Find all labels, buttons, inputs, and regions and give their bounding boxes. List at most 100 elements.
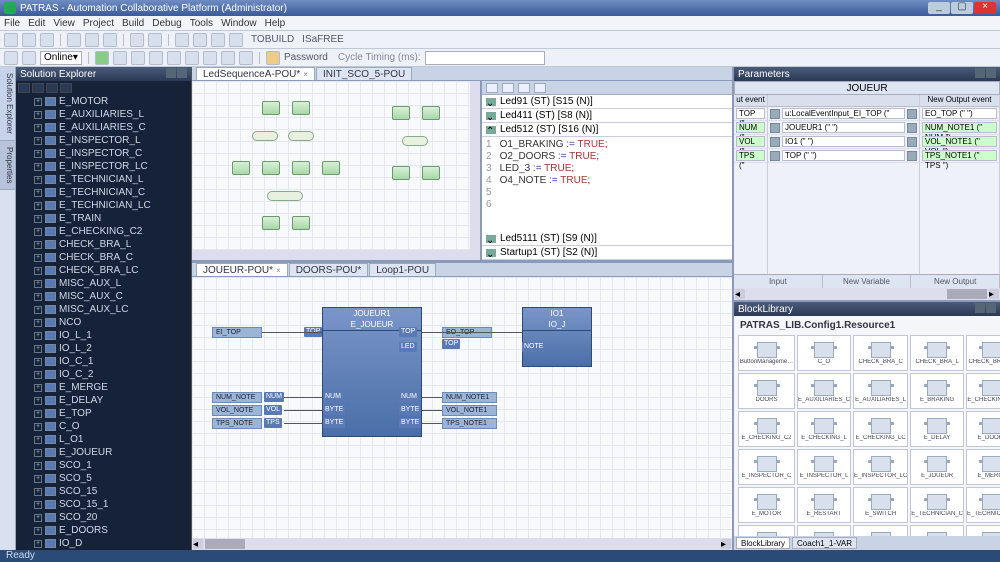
tree-node[interactable]: +E_JOUEUR: [16, 446, 191, 459]
blocklib-item[interactable]: E_AUXILIARIES_C: [797, 373, 851, 409]
pin-icon[interactable]: [975, 68, 985, 78]
tree-node[interactable]: +E_CHECKING_C2: [16, 225, 191, 238]
blocklib-item[interactable]: E_DOORS: [966, 411, 1000, 447]
tab-close-icon[interactable]: ×: [276, 266, 281, 275]
solexp-btn4[interactable]: [60, 83, 72, 93]
tree-node[interactable]: +SCO_15: [16, 485, 191, 498]
vtab-solexp[interactable]: Solution Explorer: [0, 67, 15, 141]
diagram-vscroll[interactable]: [470, 81, 480, 260]
tree-node[interactable]: +E_DOORS: [16, 524, 191, 537]
st-row[interactable]: ⌃Led512 (ST) [S16 (N)]: [482, 123, 732, 137]
blocklib-item[interactable]: E_CHECKING_C1: [966, 373, 1000, 409]
expand-icon[interactable]: +: [34, 124, 42, 132]
tb-undo[interactable]: [130, 33, 144, 47]
mode-combo[interactable]: Online▾: [40, 51, 82, 65]
tb-open[interactable]: [22, 33, 36, 47]
tb2-key-icon[interactable]: [266, 51, 280, 65]
tab-ledseqa[interactable]: LedSequenceA-POU*×: [196, 67, 315, 80]
tree-node[interactable]: +E_MOTOR: [16, 95, 191, 108]
blocklib-item[interactable]: ButtonManageme…: [738, 335, 795, 371]
params-newvar-btn[interactable]: New Variable: [823, 275, 912, 288]
expand-icon[interactable]: +: [34, 150, 42, 158]
expand-icon[interactable]: +: [34, 189, 42, 197]
tab-initsco5[interactable]: INIT_SCO_5-POU: [316, 67, 412, 80]
menu-file[interactable]: File: [4, 18, 20, 29]
port-eitop[interactable]: EI_TOP: [212, 327, 262, 338]
expand-icon[interactable]: +: [34, 241, 42, 249]
collapse-icon[interactable]: ⌄: [486, 98, 496, 106]
port-tpsnote[interactable]: TPS_NOTE: [212, 418, 262, 429]
tb-paste[interactable]: [103, 33, 117, 47]
tb-b2[interactable]: [193, 33, 207, 47]
tb2-stop[interactable]: [131, 51, 145, 65]
expand-icon[interactable]: +: [34, 462, 42, 470]
blocklib-item[interactable]: E_INSPECTOR_L: [797, 449, 851, 485]
tab-doors[interactable]: DOORS-POU*: [289, 263, 369, 276]
collapse-icon[interactable]: ⌄: [486, 235, 496, 243]
expand-icon[interactable]: +: [34, 527, 42, 535]
tb2-d3[interactable]: [203, 51, 217, 65]
tb2-d2[interactable]: [185, 51, 199, 65]
tree-node[interactable]: +CHECK_BRA_L: [16, 238, 191, 251]
params-newout-btn[interactable]: New Output: [911, 275, 1000, 288]
solexp-btn3[interactable]: [46, 83, 58, 93]
tree-node[interactable]: +E_TECHNICIAN_C: [16, 186, 191, 199]
diagram-hscroll[interactable]: [192, 250, 470, 260]
tree-node[interactable]: +CHECK_BRA_C: [16, 251, 191, 264]
expand-icon[interactable]: +: [34, 514, 42, 522]
tb-cut[interactable]: [67, 33, 81, 47]
tree-node[interactable]: +SCO_15_1: [16, 498, 191, 511]
tree-node[interactable]: +E_INSPECTOR_LC: [16, 160, 191, 173]
blocklib-item[interactable]: L_O1: [910, 525, 964, 536]
edit-icon[interactable]: [907, 137, 917, 147]
tb2-d1[interactable]: [167, 51, 181, 65]
expand-icon[interactable]: +: [34, 501, 42, 509]
menu-window[interactable]: Window: [221, 18, 257, 29]
param-row[interactable]: EO_TOP (" "): [920, 107, 999, 121]
expand-icon[interactable]: +: [34, 280, 42, 288]
tree-node[interactable]: +SCO_5: [16, 472, 191, 485]
expand-icon[interactable]: +: [34, 410, 42, 418]
panel-close-icon[interactable]: [177, 68, 187, 78]
blocklib-item[interactable]: E_TOP: [797, 525, 851, 536]
tb2-a[interactable]: [4, 51, 18, 65]
panel-close-icon[interactable]: [986, 68, 996, 78]
expand-icon[interactable]: +: [34, 436, 42, 444]
solexp-tree[interactable]: +E_MOTOR+E_AUXILIARIES_L+E_AUXILIARIES_C…: [16, 95, 191, 550]
expand-icon[interactable]: +: [34, 293, 42, 301]
st-row[interactable]: ⌄Led91 (ST) [S15 (N)]: [482, 95, 732, 109]
expand-icon[interactable]: +: [34, 137, 42, 145]
blocklib-item[interactable]: E_TECHNICIAN_L: [966, 487, 1000, 523]
edit-icon[interactable]: [907, 151, 917, 161]
sfc-diagram[interactable]: [192, 81, 482, 260]
tb2-b[interactable]: [22, 51, 36, 65]
solexp-btn2[interactable]: [32, 83, 44, 93]
expand-icon[interactable]: +: [34, 254, 42, 262]
cycle-input[interactable]: [425, 51, 545, 65]
tree-node[interactable]: +L_O1: [16, 433, 191, 446]
menu-project[interactable]: Project: [83, 18, 114, 29]
param-row[interactable]: TOP (": [734, 107, 767, 121]
param-row[interactable]: TPS_NOTE1 (" TPS "): [920, 149, 999, 163]
blocklib-item[interactable]: CHECK_BRA_LC: [966, 335, 1000, 371]
blocklib-item[interactable]: E_AUXILIARIES_L: [853, 373, 908, 409]
param-row[interactable]: VOL_NOTE1 (" VOL "): [920, 135, 999, 149]
menu-debug[interactable]: Debug: [152, 18, 181, 29]
close-button[interactable]: ×: [974, 2, 996, 14]
tb2-run[interactable]: [95, 51, 109, 65]
tree-node[interactable]: +E_AUXILIARIES_C: [16, 121, 191, 134]
expand-icon[interactable]: +: [34, 488, 42, 496]
tb-copy[interactable]: [85, 33, 99, 47]
tree-node[interactable]: +E_TOP: [16, 407, 191, 420]
canvas-hscroll[interactable]: ◂▸: [192, 538, 732, 550]
expand-icon[interactable]: +: [34, 98, 42, 106]
tree-node[interactable]: +IO_L_1: [16, 329, 191, 342]
tab-close-icon[interactable]: ×: [303, 70, 308, 79]
tree-node[interactable]: +SCO_1: [16, 459, 191, 472]
collapse-icon[interactable]: ⌄: [486, 249, 496, 257]
expand-icon[interactable]: +: [34, 449, 42, 457]
expand-icon[interactable]: +: [34, 475, 42, 483]
blocklib-path[interactable]: PATRAS_LIB.Config1.Resource1: [736, 318, 998, 333]
port-volnote1[interactable]: VOL_NOTE1: [442, 405, 497, 416]
expand-icon[interactable]: +: [34, 306, 42, 314]
